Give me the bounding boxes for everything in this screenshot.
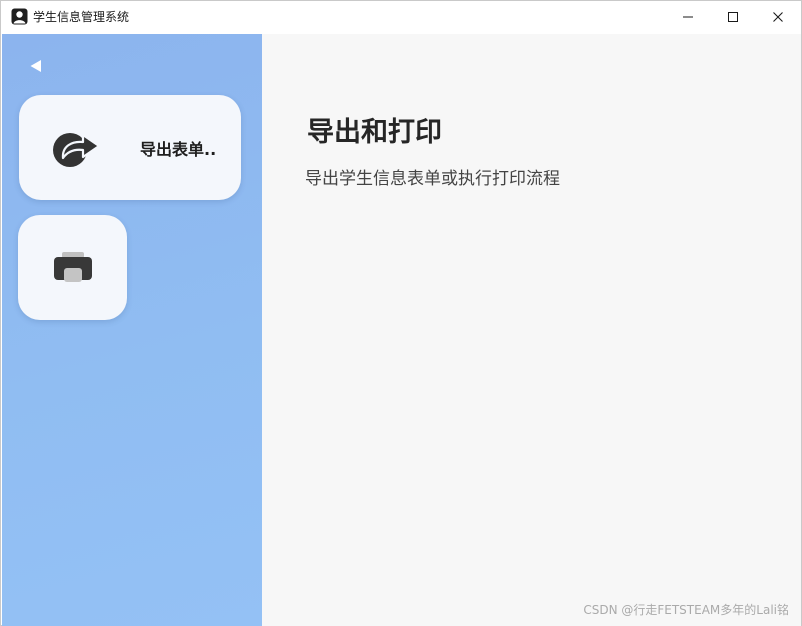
app-window: 学生信息管理系统 导出表单.. 导出和打印 导出学生信息表单或执行打印流程 CS… bbox=[0, 0, 802, 626]
maximize-icon bbox=[728, 12, 738, 22]
minimize-icon bbox=[683, 16, 693, 18]
watermark: CSDN @行走FETSTEAM多年的Lali铭 bbox=[583, 603, 789, 617]
sidebar-item-export-form[interactable]: 导出表单.. bbox=[19, 95, 241, 200]
maximize-button[interactable] bbox=[710, 1, 756, 33]
back-triangle-icon bbox=[30, 60, 41, 72]
sidebar: 导出表单.. bbox=[2, 34, 262, 626]
close-icon bbox=[773, 12, 783, 22]
window-title: 学生信息管理系统 bbox=[33, 10, 130, 24]
sidebar-item-label: 导出表单.. bbox=[140, 140, 217, 159]
page-title: 导出和打印 bbox=[307, 117, 442, 148]
close-button[interactable] bbox=[755, 1, 801, 33]
page-subtitle: 导出学生信息表单或执行打印流程 bbox=[305, 169, 560, 189]
sidebar-item-print[interactable] bbox=[18, 215, 127, 320]
main-content: 导出和打印 导出学生信息表单或执行打印流程 CSDN @行走FETSTEAM多年… bbox=[262, 34, 801, 626]
back-button[interactable] bbox=[28, 58, 44, 74]
share-arrow-icon bbox=[52, 129, 102, 169]
minimize-button[interactable] bbox=[665, 1, 711, 33]
title-bar[interactable]: 学生信息管理系统 bbox=[1, 1, 801, 33]
printer-icon bbox=[52, 251, 94, 283]
user-profile-icon bbox=[11, 8, 28, 25]
